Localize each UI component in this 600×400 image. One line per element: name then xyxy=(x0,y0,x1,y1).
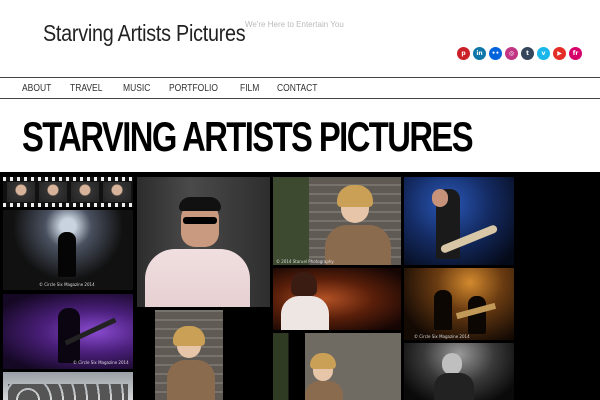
pinterest-icon[interactable]: p xyxy=(457,47,470,60)
gallery-photo-singer-orange[interactable] xyxy=(273,268,401,330)
gallery-photo-blonde-woman-wall-2[interactable] xyxy=(155,310,223,400)
vimeo-icon[interactable]: v xyxy=(537,47,550,60)
nav-item-portfolio[interactable]: Portfolio xyxy=(169,83,218,94)
site-tagline: We're Here to Entertain You xyxy=(245,20,344,29)
page-heading: STARVING ARTISTS PICTURES xyxy=(22,113,474,160)
instagram-icon[interactable]: ◎ xyxy=(505,47,518,60)
gallery-photo-blue-guitarist[interactable] xyxy=(404,177,514,265)
main-nav: About Travel Music Portfolio Film Contac… xyxy=(0,77,600,99)
nav-item-about[interactable]: About xyxy=(22,83,51,94)
nav-item-travel[interactable]: Travel xyxy=(70,83,102,94)
nav-item-contact[interactable]: Contact xyxy=(277,83,317,94)
nav-item-film[interactable]: Film xyxy=(240,83,259,94)
photo-gallery: © Circle Six Magazine 2014 © Circle Six … xyxy=(0,172,600,400)
watermark-text: © 2014 Staruel Photography xyxy=(276,259,334,264)
watermark-text: © Circle Six Magazine 2014 xyxy=(39,282,95,287)
gallery-photo-filmstrip[interactable] xyxy=(3,177,133,207)
gallery-photo-concert-stage[interactable]: © Circle Six Magazine 2014 xyxy=(3,210,133,290)
gallery-photo-purple-guitarist[interactable]: © Circle Six Magazine 2014 xyxy=(3,294,133,369)
gallery-photo-bw-performer[interactable] xyxy=(404,343,514,400)
gallery-photo-blonde-woman-3[interactable] xyxy=(273,333,401,400)
social-links: p in •• ◎ t v ▶ fr xyxy=(457,47,582,60)
gallery-photo-blonde-woman-wall[interactable]: © 2014 Staruel Photography xyxy=(273,177,401,265)
site-header: Starving Artists Pictures We're Here to … xyxy=(0,0,600,77)
gallery-photo-man-sunglasses[interactable] xyxy=(137,177,270,307)
gallery-photo-band-stage[interactable]: © Circle Six Magazine 2014 xyxy=(404,268,514,340)
watermark-text: © Circle Six Magazine 2014 xyxy=(73,360,129,365)
gallery-photo-bridge[interactable] xyxy=(3,372,133,400)
tumblr-icon[interactable]: t xyxy=(521,47,534,60)
linkedin-icon[interactable]: in xyxy=(473,47,486,60)
fivehundredpx-icon[interactable]: fr xyxy=(569,47,582,60)
site-title[interactable]: Starving Artists Pictures xyxy=(43,20,246,47)
flickr-icon[interactable]: •• xyxy=(489,47,502,60)
nav-item-music[interactable]: Music xyxy=(123,83,150,94)
youtube-icon[interactable]: ▶ xyxy=(553,47,566,60)
watermark-text: © Circle Six Magazine 2014 xyxy=(414,334,470,339)
